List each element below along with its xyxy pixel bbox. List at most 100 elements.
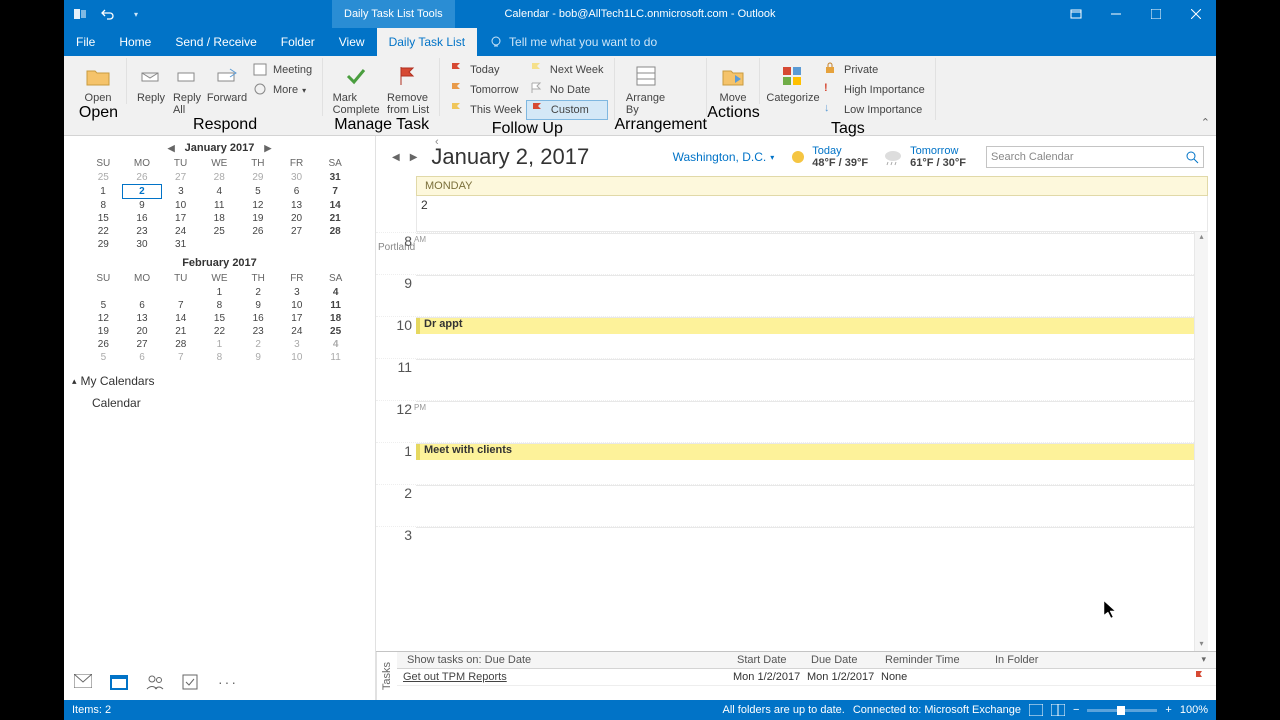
ribbon: Open Open Reply Reply All Forward [64,56,1216,136]
more-button[interactable]: More▾ [249,80,316,100]
group-label-open: Open [70,104,127,122]
mail-nav-icon[interactable] [74,674,92,692]
tab-view[interactable]: View [327,28,377,56]
flag-tomorrow-button[interactable]: Tomorrow [446,80,526,100]
categorize-button[interactable]: Categorize [766,58,820,120]
mini-calendar-feb[interactable]: SUMOTUWETHFRSA 1234 567891011 1213141516… [84,271,355,364]
flag-custom-button[interactable]: Custom [526,100,608,120]
zoom-slider[interactable] [1087,709,1157,712]
maximize-button[interactable] [1136,0,1176,28]
flag-nextweek-button[interactable]: Next Week [526,60,608,80]
remove-from-list-button[interactable]: Remove from List [383,58,433,116]
flag-icon [450,82,466,98]
calendar-nav-icon[interactable] [110,674,128,692]
weather-location[interactable]: Washington, D.C.▾ [673,150,775,164]
zoom-level: 100% [1180,704,1208,716]
weather-today-icon [784,147,806,167]
group-label-respond: Respond [127,116,323,134]
all-day-slot[interactable]: 2 [416,196,1208,232]
tasks-pane: Tasks Show tasks on: Due Date Start Date… [376,651,1216,700]
more-nav-icon[interactable]: ··· [218,674,236,692]
status-items: Items: 2 [72,704,111,716]
move-button[interactable]: Move [713,58,753,104]
flag-icon [531,102,547,118]
lightbulb-icon [489,35,503,49]
scroll-up-icon[interactable]: ▴ [1195,232,1208,244]
tab-folder[interactable]: Folder [269,28,327,56]
mini-cal-month: February 2017 [182,257,257,269]
task-subject: Get out TPM Reports [403,671,733,683]
low-importance-button[interactable]: ↓Low Importance [820,100,929,120]
move-folder-icon [719,62,747,90]
outlook-icon [72,6,88,22]
mini-cal-month: January 2017 [185,142,255,154]
tell-me-input[interactable]: Tell me what you want to do [477,28,669,56]
flag-icon [530,82,546,98]
prev-day-icon[interactable]: ◀ [388,150,404,165]
flag-remove-icon [394,62,422,90]
next-day-icon[interactable]: ▶ [406,150,422,165]
private-button[interactable]: Private [820,60,929,80]
task-header-show[interactable]: Show tasks on: Due Date [403,654,733,666]
forward-button[interactable]: Forward [205,58,249,116]
calendar-scrollbar[interactable]: ▴ ▾ [1194,232,1208,651]
reply-all-icon [173,62,201,90]
people-nav-icon[interactable] [146,674,164,692]
mark-complete-button[interactable]: Mark Complete [329,58,383,116]
zoom-out-icon[interactable]: − [1073,704,1079,716]
task-col-start[interactable]: Start Date [733,654,807,666]
task-row[interactable]: Get out TPM Reports Mon 1/2/2017 Mon 1/2… [397,669,1216,686]
flag-thisweek-button[interactable]: This Week [446,100,526,120]
high-importance-button[interactable]: !High Importance [820,80,929,100]
close-button[interactable] [1176,0,1216,28]
arrange-by-button[interactable]: Arrange By [621,58,671,116]
view-reading-icon[interactable] [1051,704,1065,716]
zoom-in-icon[interactable]: + [1165,704,1171,716]
reply-icon [137,62,165,90]
lock-icon [824,62,840,78]
my-calendars-header[interactable]: ▴My Calendars [72,374,367,388]
flag-icon [450,62,466,78]
collapse-ribbon-icon[interactable]: ⌃ [1201,116,1210,129]
left-pane: ◀ January 2017 ▶ SUMOTUWETHFRSA 25262728… [64,136,376,700]
tab-home[interactable]: Home [107,28,163,56]
ribbon-display-icon[interactable] [1056,0,1096,28]
minimize-button[interactable] [1096,0,1136,28]
tell-me-label: Tell me what you want to do [509,35,657,49]
flag-today-button[interactable]: Today [446,60,526,80]
tab-file[interactable]: File [64,28,107,56]
tab-sendreceive[interactable]: Send / Receive [163,28,268,56]
appointment[interactable]: Meet with clients [416,444,1198,460]
search-calendar-input[interactable]: Search Calendar [986,146,1204,168]
prev-month-icon[interactable]: ◀ [164,143,179,154]
qat-customize-icon[interactable]: ▾ [128,6,144,22]
forward-icon [213,62,241,90]
status-connection: Connected to: Microsoft Exchange [853,704,1021,716]
undo-icon[interactable] [100,6,116,22]
status-sync: All folders are up to date. [723,704,845,716]
group-label-arrange: Arrangement [615,116,708,134]
flag-icon [450,102,466,118]
view-normal-icon[interactable] [1029,704,1043,716]
next-month-icon[interactable]: ▶ [260,143,275,154]
calendar-item[interactable]: Calendar [72,392,367,414]
task-flag-icon[interactable] [1194,671,1210,683]
meeting-button[interactable]: Meeting [249,60,316,80]
tasks-dropdown-icon[interactable]: ▾ [1201,654,1210,666]
tab-dailytasklist[interactable]: Daily Task List [377,28,477,56]
scroll-down-icon[interactable]: ▾ [1195,639,1208,651]
appointment[interactable]: Dr appt [416,318,1198,334]
open-button[interactable]: Open [76,58,120,104]
reply-button[interactable]: Reply [133,58,169,116]
tasks-label: Tasks [376,652,397,700]
tasks-nav-icon[interactable] [182,674,200,692]
search-icon [1185,150,1199,164]
group-label-actions: Actions [707,104,760,122]
task-col-folder[interactable]: In Folder [991,654,1091,666]
task-col-reminder[interactable]: Reminder Time [881,654,991,666]
mini-calendar-jan[interactable]: SUMOTUWETHFRSA 25262728293031 1234567 89… [84,156,355,251]
weather-tomorrow-icon [882,147,904,167]
reply-all-button[interactable]: Reply All [169,58,205,116]
flag-nodate-button[interactable]: No Date [526,80,608,100]
task-col-due[interactable]: Due Date [807,654,881,666]
